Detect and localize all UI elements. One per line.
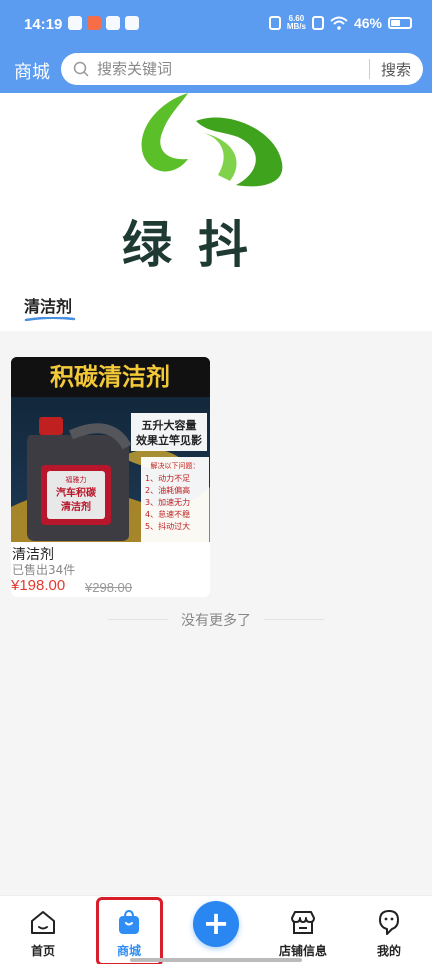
tab-cleaner[interactable]: 清洁剂 bbox=[24, 293, 72, 317]
plus-icon: + bbox=[202, 904, 230, 942]
list-end-text: 没有更多了 bbox=[181, 613, 251, 629]
status-right: 6.60 MB/s 46% bbox=[268, 15, 412, 31]
product-price: ¥198.00 bbox=[11, 577, 66, 594]
bottle-label-1: 汽车积碳 bbox=[56, 486, 97, 499]
battery-percent: 46% bbox=[353, 15, 382, 31]
app-notification-icon bbox=[87, 16, 101, 30]
notification-icons bbox=[68, 16, 139, 30]
home-indicator bbox=[130, 958, 302, 962]
product-image: 积碳清洁剂 五升大容量 效果立竿见影 解决以下问题： 1、动力不足 2、油耗偏高… bbox=[11, 357, 210, 542]
net-speed: 6.60 MB/s bbox=[287, 15, 306, 31]
vibrate-icon bbox=[268, 16, 281, 30]
store-banner: 绿抖 清洁剂 bbox=[0, 93, 432, 331]
search-divider bbox=[369, 59, 370, 79]
wifi-icon bbox=[330, 16, 348, 30]
nav-mine-label: 我的 bbox=[376, 944, 401, 958]
nav-mall[interactable]: 商城 bbox=[86, 896, 172, 964]
nav-mall-label: 商城 bbox=[116, 944, 141, 958]
sim-icon bbox=[311, 16, 324, 30]
image-headline: 积碳清洁剂 bbox=[50, 363, 170, 391]
product-sold-count: 已售出34件 bbox=[12, 563, 76, 577]
nav-store-info-label: 店铺信息 bbox=[278, 944, 327, 958]
image-problem-3: 3、加速无力 bbox=[145, 497, 190, 507]
product-card[interactable]: 积碳清洁剂 五升大容量 效果立竿见影 解决以下问题： 1、动力不足 2、油耗偏高… bbox=[11, 357, 210, 597]
nav-store-info[interactable]: 店铺信息 bbox=[260, 896, 346, 964]
user-icon bbox=[379, 910, 399, 935]
store-icon bbox=[291, 911, 315, 934]
store-logo-text: 绿抖 bbox=[122, 216, 274, 271]
image-promo-1: 五升大容量 bbox=[142, 418, 197, 432]
nav-home[interactable]: 首页 bbox=[0, 896, 86, 964]
search-icon bbox=[73, 61, 89, 77]
image-problems-title: 解决以下问题： bbox=[151, 461, 200, 470]
bottle-label-2: 清洁剂 bbox=[61, 500, 91, 513]
mail-icon bbox=[106, 16, 120, 30]
image-problem-2: 2、油耗偏高 bbox=[145, 485, 190, 495]
battery-icon bbox=[388, 17, 412, 29]
nav-mine[interactable]: 我的 bbox=[346, 896, 432, 964]
bottom-nav: 首页 商城 + 店铺信息 我的 bbox=[0, 895, 432, 964]
product-original-price: ¥298.00 bbox=[85, 580, 132, 595]
image-problem-4: 4、怠速不稳 bbox=[145, 509, 190, 519]
status-bar: 14:19 6.60 MB/s 46% bbox=[0, 0, 432, 50]
shopping-bag-icon bbox=[119, 909, 139, 934]
add-button[interactable]: + bbox=[193, 901, 239, 947]
header: 14:19 6.60 MB/s 46% 商城 搜索关键词 搜索 bbox=[0, 0, 432, 93]
bottle-brand: 福雅力 bbox=[66, 475, 87, 484]
notification-icon bbox=[68, 16, 82, 30]
image-promo-2: 效果立竿见影 bbox=[136, 433, 202, 447]
net-speed-unit: MB/s bbox=[286, 22, 306, 31]
home-icon bbox=[31, 911, 55, 934]
tab-active-underline bbox=[24, 317, 76, 321]
image-problem-1: 1、动力不足 bbox=[145, 473, 190, 483]
store-logo bbox=[141, 93, 283, 187]
search-bar[interactable]: 搜索 bbox=[61, 53, 423, 85]
search-button[interactable]: 搜索 bbox=[381, 59, 411, 80]
page-title: 商城 bbox=[14, 62, 50, 83]
divider-right bbox=[264, 619, 324, 620]
message-icon bbox=[125, 16, 139, 30]
search-input[interactable] bbox=[97, 53, 367, 85]
nav-home-label: 首页 bbox=[30, 944, 55, 958]
status-time: 14:19 bbox=[24, 16, 63, 33]
image-problem-5: 5、抖动过大 bbox=[145, 521, 190, 531]
